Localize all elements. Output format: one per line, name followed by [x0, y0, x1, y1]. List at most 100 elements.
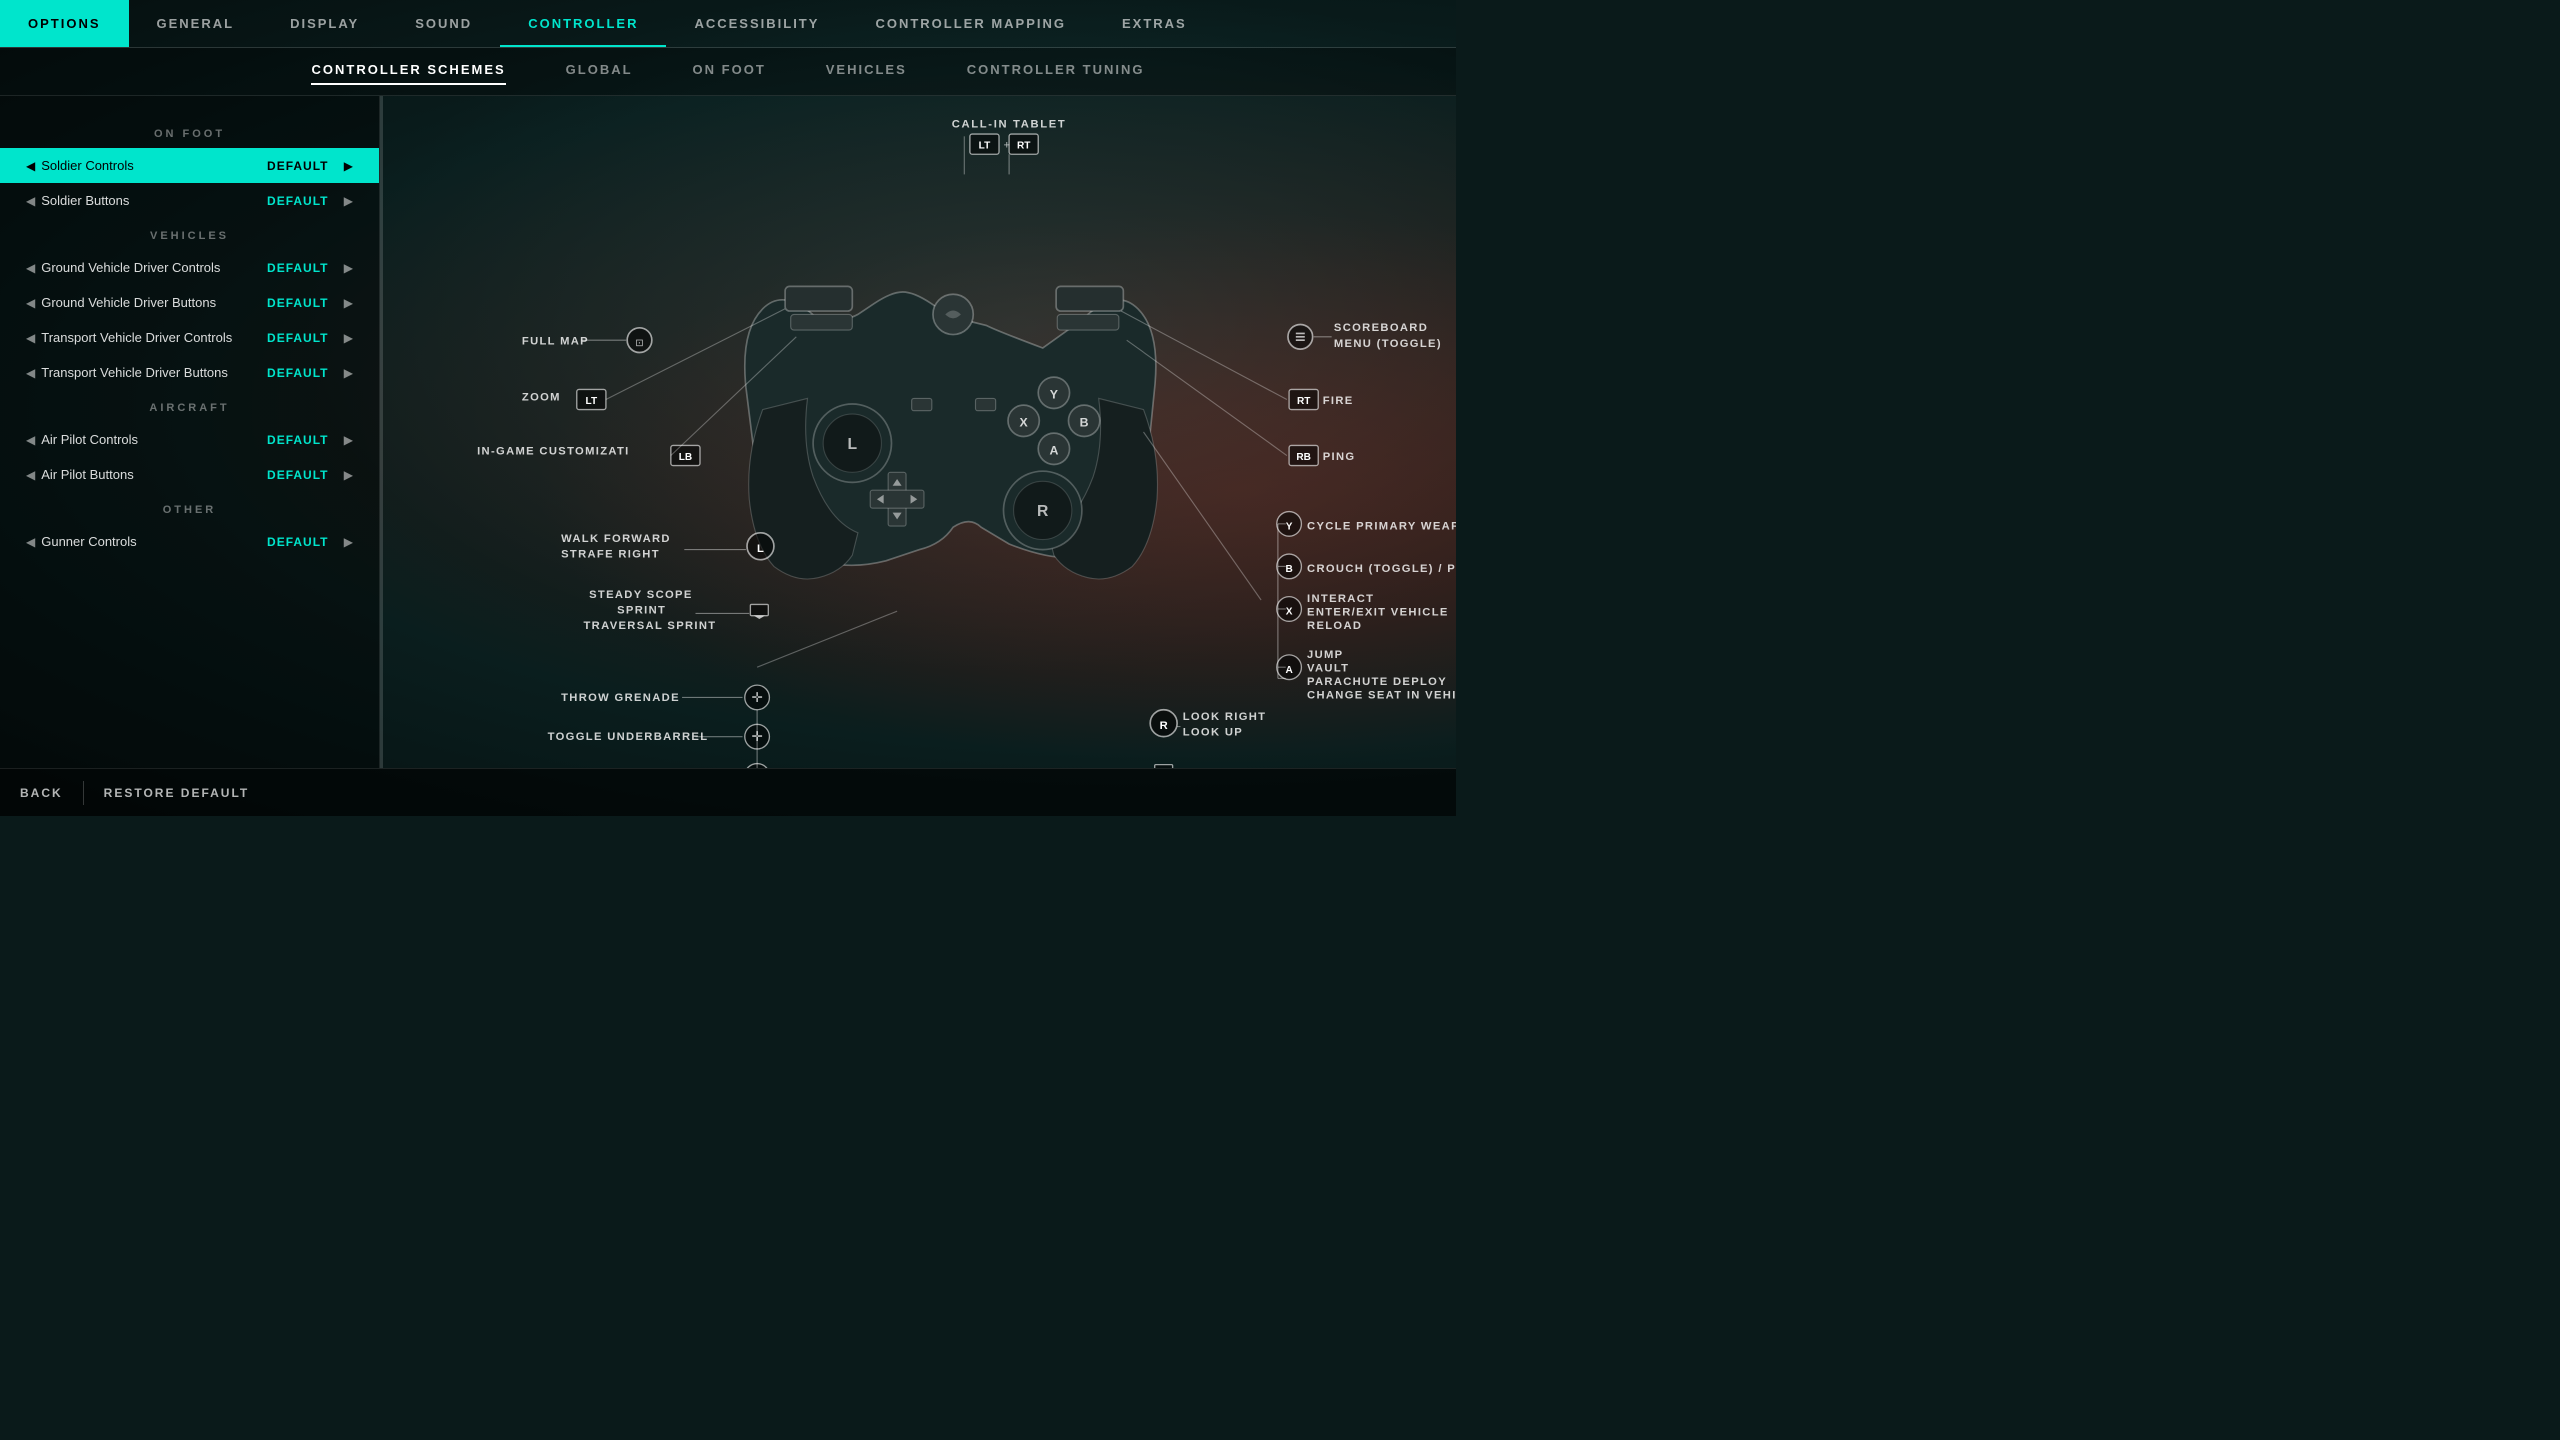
svg-text:ENTER/EXIT VEHICLE: ENTER/EXIT VEHICLE [1307, 607, 1449, 619]
row-soldier-controls[interactable]: ◀ Soldier Controls DEFAULT ▶ [0, 148, 379, 183]
svg-text:TRAVERSAL SPRINT: TRAVERSAL SPRINT [584, 620, 717, 632]
arrow-left-transport-driver-buttons[interactable]: ◀ [20, 366, 41, 380]
section-header-on-foot: ON FOOT [0, 116, 379, 148]
svg-text:A: A [1285, 665, 1293, 676]
label-full-map: FULL MAP [522, 336, 589, 348]
label-air-pilot-controls: Air Pilot Controls [41, 432, 258, 447]
value-gunner-controls: DEFAULT [258, 535, 338, 549]
svg-text:R: R [1037, 503, 1048, 520]
arrow-right-soldier-controls[interactable]: ▶ [338, 159, 359, 173]
bottom-bar: BACK RESTORE DEFAULT [0, 768, 1456, 816]
value-soldier-buttons: DEFAULT [258, 194, 338, 208]
svg-text:⊡: ⊡ [635, 338, 643, 349]
row-ground-driver-controls[interactable]: ◀ Ground Vehicle Driver Controls DEFAULT… [0, 250, 379, 285]
controller-body: L R [745, 286, 1158, 579]
restore-default-button[interactable]: RESTORE DEFAULT [84, 769, 270, 816]
label-steady-scope-group: STEADY SCOPE SPRINT TRAVERSAL SPRINT [584, 589, 717, 632]
label-gunner-controls: Gunner Controls [41, 534, 258, 549]
arrow-left-air-pilot-buttons[interactable]: ◀ [20, 468, 41, 482]
svg-text:LOOK UP: LOOK UP [1183, 727, 1243, 739]
svg-text:RELOAD: RELOAD [1307, 620, 1362, 632]
label-soldier-buttons: Soldier Buttons [41, 193, 258, 208]
svg-text:Y: Y [1286, 521, 1293, 532]
sub-nav-vehicles[interactable]: VEHICLES [826, 62, 907, 81]
label-scoreboard: SCOREBOARD [1334, 322, 1428, 334]
panel-divider [380, 96, 383, 768]
svg-text:VAULT: VAULT [1307, 663, 1349, 675]
arrow-right-transport-driver-buttons[interactable]: ▶ [338, 366, 359, 380]
sub-nav-on-foot[interactable]: ON FOOT [693, 62, 766, 81]
nav-item-general[interactable]: GENERAL [129, 0, 263, 47]
arrow-right-air-pilot-buttons[interactable]: ▶ [338, 468, 359, 482]
arrow-left-transport-driver-controls[interactable]: ◀ [20, 331, 41, 345]
arrow-left-ground-driver-controls[interactable]: ◀ [20, 261, 41, 275]
section-header-vehicles: VEHICLES [0, 218, 379, 250]
row-air-pilot-buttons[interactable]: ◀ Air Pilot Buttons DEFAULT ▶ [0, 457, 379, 492]
svg-text:RB: RB [1296, 452, 1311, 463]
section-header-other: OTHER [0, 492, 379, 524]
arrow-right-air-pilot-controls[interactable]: ▶ [338, 433, 359, 447]
nav-item-accessibility[interactable]: ACCESSIBILITY [666, 0, 847, 47]
svg-text:LOOK RIGHT: LOOK RIGHT [1183, 711, 1267, 723]
svg-text:LT: LT [979, 141, 991, 152]
svg-text:L: L [757, 543, 764, 555]
value-ground-driver-controls: DEFAULT [258, 261, 338, 275]
label-fire: FIRE [1323, 395, 1354, 407]
label-throw-grenade: THROW GRENADE [561, 692, 680, 704]
arrow-right-ground-driver-controls[interactable]: ▶ [338, 261, 359, 275]
section-header-aircraft: AIRCRAFT [0, 390, 379, 422]
arrow-left-ground-driver-buttons[interactable]: ◀ [20, 296, 41, 310]
svg-text:RT: RT [1017, 141, 1031, 152]
svg-text:SPRINT: SPRINT [617, 604, 666, 616]
row-ground-driver-buttons[interactable]: ◀ Ground Vehicle Driver Buttons DEFAULT … [0, 285, 379, 320]
svg-text:JUMP: JUMP [1307, 649, 1343, 661]
sub-nav: CONTROLLER SCHEMES GLOBAL ON FOOT VEHICL… [0, 48, 1456, 96]
nav-item-controller[interactable]: CONTROLLER [500, 0, 666, 47]
nav-item-sound[interactable]: SOUND [387, 0, 500, 47]
arrow-left-soldier-controls[interactable]: ◀ [20, 159, 41, 173]
label-toggle-underbarrel: TOGGLE UNDERBARREL [548, 731, 709, 743]
svg-text:STEADY SCOPE: STEADY SCOPE [589, 589, 693, 601]
nav-item-display[interactable]: DISPLAY [262, 0, 387, 47]
arrow-right-ground-driver-buttons[interactable]: ▶ [338, 296, 359, 310]
arrow-left-air-pilot-controls[interactable]: ◀ [20, 433, 41, 447]
nav-item-controller-mapping[interactable]: CONTROLLER MAPPING [847, 0, 1094, 47]
row-transport-driver-buttons[interactable]: ◀ Transport Vehicle Driver Buttons DEFAU… [0, 355, 379, 390]
label-walk-forward: WALK FORWARD [561, 533, 671, 545]
nav-item-options[interactable]: OPTIONS [0, 0, 129, 47]
label-ground-driver-controls: Ground Vehicle Driver Controls [41, 260, 258, 275]
label-air-pilot-buttons: Air Pilot Buttons [41, 467, 258, 482]
sub-nav-controller-schemes[interactable]: CONTROLLER SCHEMES [311, 62, 505, 81]
row-air-pilot-controls[interactable]: ◀ Air Pilot Controls DEFAULT ▶ [0, 422, 379, 457]
svg-text:B: B [1285, 564, 1292, 575]
arrow-left-gunner-controls[interactable]: ◀ [20, 535, 41, 549]
call-in-tablet-buttons: LT + RT [964, 134, 1038, 174]
row-gunner-controls[interactable]: ◀ Gunner Controls DEFAULT ▶ [0, 524, 379, 559]
nav-item-extras[interactable]: EXTRAS [1094, 0, 1215, 47]
arrow-left-soldier-buttons[interactable]: ◀ [20, 194, 41, 208]
left-panel: ON FOOT ◀ Soldier Controls DEFAULT ▶ ◀ S… [0, 96, 380, 768]
value-transport-driver-controls: DEFAULT [258, 331, 338, 345]
svg-text:RT: RT [1297, 396, 1311, 407]
back-button[interactable]: BACK [20, 769, 83, 816]
arrow-right-gunner-controls[interactable]: ▶ [338, 535, 359, 549]
svg-text:INTERACT: INTERACT [1307, 593, 1374, 605]
arrow-right-soldier-buttons[interactable]: ▶ [338, 194, 359, 208]
row-soldier-buttons[interactable]: ◀ Soldier Buttons DEFAULT ▶ [0, 183, 379, 218]
label-transport-driver-buttons: Transport Vehicle Driver Buttons [41, 365, 258, 380]
sub-nav-global[interactable]: GLOBAL [566, 62, 633, 81]
svg-text:✛: ✛ [751, 690, 762, 705]
label-look-right-group: LOOK RIGHT LOOK UP [1183, 711, 1267, 739]
label-crouch: CROUCH (TOGGLE) / PR [1307, 563, 1456, 575]
label-ground-driver-buttons: Ground Vehicle Driver Buttons [41, 295, 258, 310]
label-strafe-right: STRAFE RIGHT [561, 548, 660, 560]
label-ping: PING [1323, 451, 1356, 463]
svg-text:B: B [1080, 415, 1089, 429]
svg-text:CHANGE SEAT IN VEHIC: CHANGE SEAT IN VEHIC [1307, 690, 1456, 702]
arrow-right-transport-driver-controls[interactable]: ▶ [338, 331, 359, 345]
label-soldier-controls: Soldier Controls [41, 158, 258, 173]
row-transport-driver-controls[interactable]: ◀ Transport Vehicle Driver Controls DEFA… [0, 320, 379, 355]
sub-nav-controller-tuning[interactable]: CONTROLLER TUNING [967, 62, 1145, 81]
value-ground-driver-buttons: DEFAULT [258, 296, 338, 310]
controller-diagram: L R [383, 96, 1456, 768]
